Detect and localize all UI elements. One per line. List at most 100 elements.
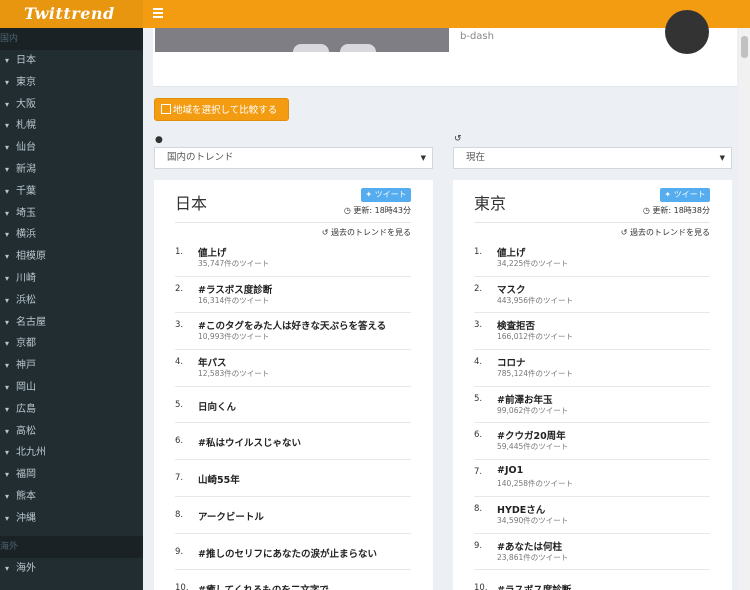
- trend-row[interactable]: 5. #前澤お年玉 99,062件のツイート: [474, 387, 710, 424]
- sidebar-item-16[interactable]: ▾ 広島: [0, 399, 143, 421]
- trend-name-link[interactable]: #推しのセリフにあなたの涙が止まらない: [198, 546, 377, 560]
- sidebar-item-15[interactable]: ▾ 岡山: [0, 377, 143, 399]
- banner-image: [155, 28, 449, 52]
- sidebar-item-9[interactable]: ▾ 相模原: [0, 246, 143, 268]
- history-icon: ↺: [454, 134, 462, 144]
- trend-row[interactable]: 8. アークビートル: [175, 497, 411, 534]
- trend-name-link[interactable]: 検査拒否: [497, 318, 535, 332]
- trend-row[interactable]: 2. マスク 443,956件のツイート: [474, 277, 710, 314]
- sidebar-item-20[interactable]: ▾ 熊本: [0, 486, 143, 508]
- sidebar-item-8[interactable]: ▾ 横浜: [0, 224, 143, 246]
- trend-row[interactable]: 1. 値上げ 34,225件のツイート: [474, 240, 710, 277]
- page-scrollbar[interactable]: [739, 28, 750, 590]
- trend-name-link[interactable]: #このタグをみた人は好きな天ぷらを答える: [198, 318, 386, 332]
- copy-icon: [161, 104, 171, 114]
- trend-name-link[interactable]: アークビートル: [198, 509, 264, 523]
- trend-row[interactable]: 1. 値上げ 35,747件のツイート: [175, 240, 411, 277]
- sidebar-item-label: 福岡: [16, 469, 36, 481]
- compare-regions-button[interactable]: 地域を選択して比較する: [154, 98, 289, 121]
- sidebar-item-label: 千葉: [16, 185, 36, 197]
- tweet-button[interactable]: ✦ ツイート: [660, 188, 710, 202]
- sidebar-item-10[interactable]: ▾ 川崎: [0, 268, 143, 290]
- trend-name-link[interactable]: 年パス: [198, 355, 227, 369]
- tweet-count: 140,258件のツイート: [497, 479, 574, 489]
- sidebar-item-7[interactable]: ▾ 埼玉: [0, 203, 143, 225]
- trend-list: 1. 値上げ 35,747件のツイート 2. #ラスボス度診断 16,314件のツイート 3…: [175, 240, 411, 590]
- trend-name-link[interactable]: 値上げ: [198, 245, 227, 259]
- menu-toggle-icon[interactable]: [153, 8, 163, 20]
- trend-name-link[interactable]: #クウガ20周年: [497, 428, 566, 442]
- trend-row[interactable]: 9. #あなたは何柱 23,861件のツイート: [474, 534, 710, 571]
- trend-rank: 3.: [474, 320, 483, 331]
- trend-name-link[interactable]: #あなたは何柱: [497, 539, 562, 553]
- sidebar-item-14[interactable]: ▾ 神戸: [0, 355, 143, 377]
- trend-name-link[interactable]: 日向くん: [198, 399, 236, 413]
- tweet-button[interactable]: ✦ ツイート: [361, 188, 411, 202]
- trend-name-link[interactable]: #私はウイルスじゃない: [198, 435, 301, 449]
- trend-rank: 6.: [175, 436, 184, 447]
- tweet-count: 59,445件のツイート: [497, 442, 569, 452]
- past-trends-link[interactable]: ↺ 過去のトレンドを見る: [621, 227, 710, 238]
- sidebar-header-overseas: 海外: [0, 535, 143, 558]
- app-logo[interactable]: Twittrend: [0, 0, 143, 28]
- trend-row[interactable]: 9. #推しのセリフにあなたの涙が止まらない: [175, 534, 411, 571]
- sidebar-item-12[interactable]: ▾ 名古屋: [0, 312, 143, 334]
- top-navbar: [143, 0, 750, 28]
- tweet-button-label: ツイート: [673, 190, 706, 199]
- trend-rank: 4.: [175, 357, 184, 368]
- trend-row[interactable]: 6. #私はウイルスじゃない: [175, 423, 411, 461]
- trend-row[interactable]: 7. #JO1 140,258件のツイート: [474, 460, 710, 497]
- sidebar-item-6[interactable]: ▾ 千葉: [0, 181, 143, 203]
- trend-row[interactable]: 7. 山崎55年: [175, 460, 411, 497]
- trend-row[interactable]: 8. HYDEさん 34,590件のツイート: [474, 497, 710, 534]
- trend-row[interactable]: 4. 年パス 12,583件のツイート: [175, 350, 411, 387]
- trend-row[interactable]: 5. 日向くん: [175, 387, 411, 424]
- trend-row[interactable]: 10. #ラスボス度診断: [474, 570, 710, 590]
- sidebar-item-0[interactable]: ▾ 海外: [0, 558, 143, 580]
- sidebar-item-5[interactable]: ▾ 新潟: [0, 159, 143, 181]
- sidebar-item-19[interactable]: ▾ 福岡: [0, 464, 143, 486]
- trend-name-link[interactable]: #JO1: [497, 465, 523, 476]
- sidebar-item-4[interactable]: ▾ 仙台: [0, 137, 143, 159]
- past-trends-link[interactable]: ↺ 過去のトレンドを見る: [322, 227, 411, 238]
- sidebar-item-11[interactable]: ▾ 浜松: [0, 290, 143, 312]
- trend-rank: 2.: [474, 283, 483, 294]
- trend-list: 1. 値上げ 34,225件のツイート 2. マスク 443,956件のツイート 3. 検査拒…: [474, 240, 710, 590]
- sidebar-item-21[interactable]: ▾ 沖縄: [0, 508, 143, 530]
- sidebar-item-0[interactable]: ▾ 日本: [0, 50, 143, 72]
- sidebar-item-13[interactable]: ▾ 京都: [0, 333, 143, 355]
- tweet-count: 34,225件のツイート: [497, 259, 569, 268]
- trend-row[interactable]: 3. #このタグをみた人は好きな天ぷらを答える 10,993件のツイート: [175, 313, 411, 351]
- sidebar-item-label: 仙台: [16, 142, 36, 154]
- trend-row[interactable]: 10. #癒してくれるものを二文字で: [175, 570, 411, 590]
- sidebar-item-17[interactable]: ▾ 高松: [0, 421, 143, 443]
- map-marker-icon: ▾: [4, 164, 9, 174]
- trend-name-link[interactable]: #前澤お年玉: [497, 392, 552, 406]
- trend-name-link[interactable]: マスク: [497, 282, 526, 296]
- trend-name-link[interactable]: #ラスボス度診断: [497, 582, 571, 590]
- trend-row[interactable]: 4. コロナ 785,124件のツイート: [474, 350, 710, 387]
- updated-time: ◷ 更新: 18時43分: [343, 206, 411, 215]
- trend-row[interactable]: 3. 検査拒否 166,012件のツイート: [474, 313, 710, 351]
- trend-row[interactable]: 2. #ラスボス度診断 16,314件のツイート: [175, 277, 411, 314]
- sidebar-item-2[interactable]: ▾ 大阪: [0, 94, 143, 116]
- sidebar-item-label: 沖縄: [16, 512, 36, 524]
- scrollbar-thumb[interactable]: [741, 36, 748, 58]
- trend-name-link[interactable]: コロナ: [497, 355, 526, 369]
- trend-row[interactable]: 6. #クウガ20周年 59,445件のツイート: [474, 423, 710, 461]
- trend-name-link[interactable]: #ラスボス度診断: [198, 282, 272, 296]
- sidebar-item-18[interactable]: ▾ 北九州: [0, 442, 143, 464]
- sidebar-item-label: 広島: [16, 403, 36, 415]
- time-select[interactable]: 現在 ▼: [453, 147, 732, 169]
- trend-name-link[interactable]: HYDEさん: [497, 502, 545, 516]
- tweet-count: 785,124件のツイート: [497, 369, 574, 379]
- sidebar-item-3[interactable]: ▾ 札幌: [0, 115, 143, 137]
- sidebar-item-1[interactable]: ▾ 東京: [0, 72, 143, 94]
- sidebar-item-label: 埼玉: [16, 207, 36, 219]
- region-select[interactable]: 国内のトレンド ▼: [154, 147, 433, 169]
- card-title: 東京: [474, 194, 507, 213]
- trend-name-link[interactable]: 値上げ: [497, 245, 526, 259]
- map-marker-icon: ▾: [4, 186, 9, 196]
- trend-name-link[interactable]: #癒してくれるものを二文字で: [198, 582, 329, 590]
- trend-name-link[interactable]: 山崎55年: [198, 472, 240, 486]
